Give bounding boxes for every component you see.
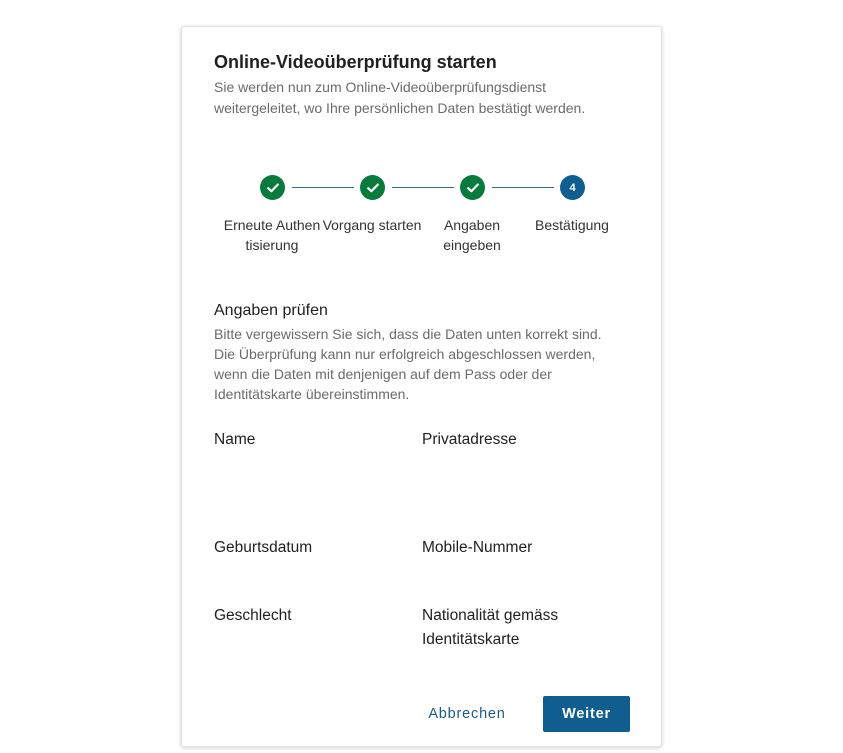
video-verification-dialog: Online-Videoüberprüfung starten Sie werd… — [181, 26, 662, 747]
birthdate-label: Geburtsdatum — [214, 539, 313, 556]
step-2-check-icon — [360, 175, 385, 200]
cancel-button[interactable]: Abbrechen — [414, 696, 520, 732]
step-3-label: Angaben eingeben — [443, 217, 501, 253]
step-4-number: 4 — [560, 175, 585, 200]
step-connector — [292, 187, 354, 188]
review-title: Angaben prüfen — [214, 302, 328, 319]
dialog-subtitle: Sie werden nun zum Online-Videoüberprüfu… — [214, 79, 586, 116]
nationality-label: Nationalität gemäss Identitätskarte — [422, 607, 559, 648]
step-2-label: Vorgang starten — [322, 217, 422, 233]
next-button[interactable]: Weiter — [543, 696, 630, 732]
step-1-label: Erneute Authentisierung — [223, 217, 321, 253]
step-4-label: Bestätigung — [535, 217, 609, 233]
review-text: Bitte vergewissern Sie sich, dass die Da… — [214, 326, 602, 402]
step-1-check-icon — [260, 175, 285, 200]
gender-label: Geschlecht — [214, 607, 292, 624]
step-connector — [392, 187, 454, 188]
step-connector — [492, 187, 554, 188]
step-3-check-icon — [460, 175, 485, 200]
name-label: Name — [214, 431, 256, 448]
progress-stepper: 4 Erneute Authentisierung Vorgang starte… — [182, 174, 663, 284]
dialog-title: Online-Videoüberprüfung starten — [214, 52, 497, 72]
mobile-label: Mobile-Nummer — [422, 539, 533, 556]
address-label: Privatadresse — [422, 431, 517, 448]
